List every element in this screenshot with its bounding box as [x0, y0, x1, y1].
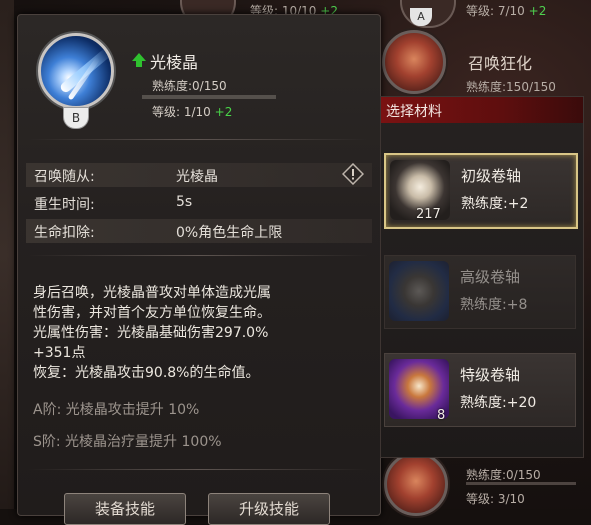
attribute-row-life-cost: 生命扣除: 0%角色生命上限 [26, 219, 372, 243]
material-exp: 熟练度:+8 [460, 297, 528, 313]
light-prism-icon [38, 33, 114, 109]
skill-proficiency: 熟练度:0/150 [152, 79, 227, 93]
upgrade-skill-button[interactable]: 升级技能 [208, 493, 330, 525]
material-exp: 熟练度:+20 [460, 395, 537, 411]
material-name: 初级卷轴 [461, 167, 522, 185]
attribute-value: 5s [176, 194, 193, 210]
background-skill-proficiency: 熟练度:150/150 [466, 80, 556, 94]
material-name: 高级卷轴 [460, 268, 521, 286]
attribute-label: 召唤随从: [34, 169, 95, 185]
divider [28, 469, 368, 470]
attribute-label: 重生时间: [34, 197, 95, 213]
material-count: 8 [437, 408, 446, 423]
skill-name: 光棱晶 [150, 53, 199, 72]
material-panel-title: 选择材料 [386, 104, 442, 120]
background-grade-badge: A [410, 8, 432, 26]
material-exp: 熟练度:+2 [461, 196, 529, 212]
attribute-value: 光棱晶 [176, 169, 218, 185]
background-skill-icon-bottom[interactable] [384, 452, 448, 516]
material-item-special-scroll[interactable]: 8 特级卷轴 熟练度:+20 [384, 353, 576, 427]
skill-detail-panel: B 光棱晶 熟练度:0/150 等级: 1/10 +2 召唤随从: 光棱晶 重生… [17, 14, 381, 525]
tier-s-bonus: S阶: 光棱晶治疗量提升 100% [33, 434, 222, 450]
background-bottom-level: 等级: 3/10 [466, 492, 525, 506]
background-proficiency-bar [466, 482, 576, 485]
background-left-edge [0, 0, 14, 509]
divider [28, 139, 368, 140]
material-count: 217 [416, 207, 441, 222]
divider [28, 255, 368, 256]
skill-grade-badge: B [63, 107, 89, 129]
material-name: 特级卷轴 [460, 366, 521, 384]
attribute-row-summon: 召唤随从: 光棱晶 [26, 163, 372, 187]
material-item-basic-scroll[interactable]: 217 初级卷轴 熟练度:+2 [384, 153, 578, 229]
advanced-scroll-icon [389, 261, 449, 321]
info-diamond-icon[interactable] [342, 163, 364, 185]
tier-a-bonus: A阶: 光棱晶攻击提升 10% [33, 402, 200, 418]
material-item-advanced-scroll[interactable]: 高级卷轴 熟练度:+8 [384, 255, 576, 329]
background-level-right: 等级: 7/10 +2 [466, 4, 547, 18]
summon-frenzy-icon[interactable] [382, 30, 446, 94]
upgrade-arrow-icon [132, 53, 146, 61]
skill-level: 等级: 1/10 +2 [152, 105, 233, 119]
proficiency-bar [142, 95, 276, 99]
attribute-label: 生命扣除: [34, 225, 95, 241]
attribute-value: 0%角色生命上限 [176, 225, 283, 241]
background-bottom-proficiency: 熟练度:0/150 [466, 468, 541, 482]
skill-description: 身后召唤，光棱晶普攻对单体造成光属 性伤害，并对首个友方单位恢复生命。 光属性伤… [33, 285, 271, 381]
equip-skill-button[interactable]: 装备技能 [64, 493, 186, 525]
material-panel-header: 选择材料 [381, 97, 583, 123]
material-select-panel: 选择材料 217 初级卷轴 熟练度:+2 高级卷轴 熟练度:+8 8 特级卷轴 … [380, 96, 584, 458]
background-skill-title: 召唤狂化 [468, 54, 533, 73]
attribute-row-respawn: 重生时间: 5s [26, 191, 372, 215]
